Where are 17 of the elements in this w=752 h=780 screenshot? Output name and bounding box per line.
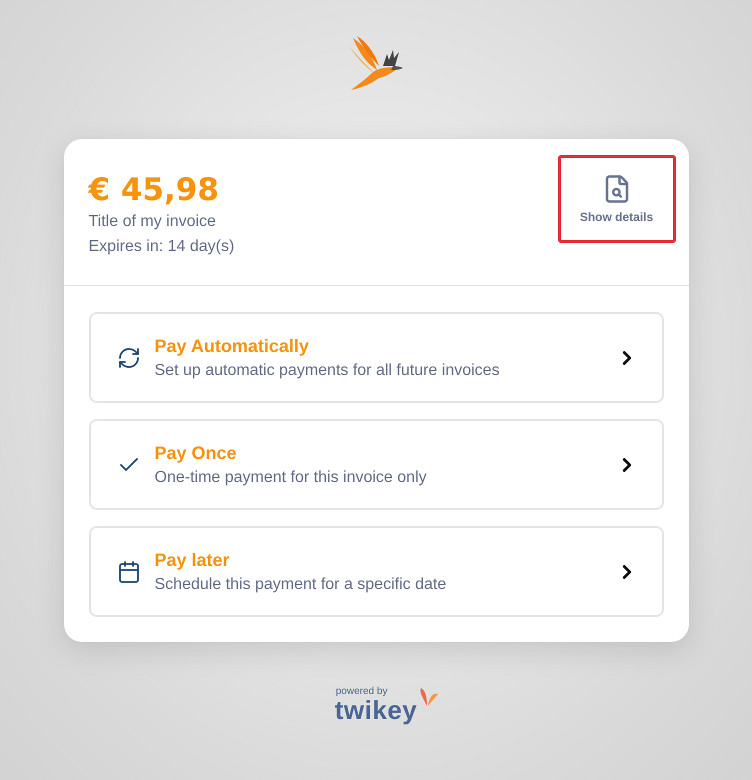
expiry-text: Expires in: 14 day(s) — [88, 237, 234, 257]
option-description: Schedule this payment for a specific date — [154, 576, 448, 594]
payment-option[interactable]: Pay later Schedule this payment for a specific date — [88, 526, 664, 617]
payment-option[interactable]: Pay Automatically Set up automatic payments for all future invoices — [88, 312, 664, 403]
refresh-icon — [116, 346, 140, 370]
invoice-title: Title of my invoice — [88, 212, 217, 232]
option-title: Pay later — [154, 550, 231, 570]
option-description: Set up automatic payments for all future invoices — [154, 362, 501, 380]
calendar-icon — [116, 560, 140, 584]
invoice-amount: € 45,98 — [88, 171, 220, 209]
payment-option[interactable]: Pay Once One-time payment for this invoice only — [88, 419, 664, 510]
show-details-button[interactable]: Show details — [558, 155, 676, 243]
option-title: Pay Once — [154, 442, 238, 464]
option-description: One-time payment for this invoice only — [154, 468, 428, 486]
powered-by-text: powered by — [336, 686, 388, 697]
brand-name: twikey — [334, 697, 418, 723]
option-title: Pay Automatically — [154, 336, 310, 356]
